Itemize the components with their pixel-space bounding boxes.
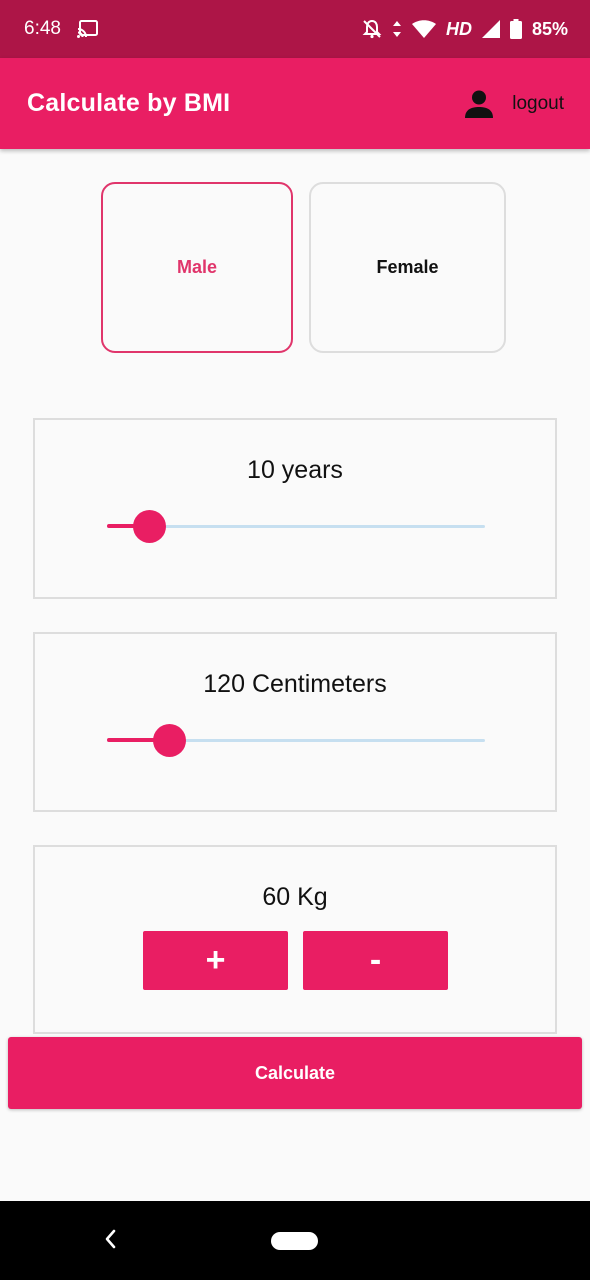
home-pill-icon[interactable] <box>271 1232 318 1250</box>
age-slider[interactable] <box>107 508 485 544</box>
gender-female-label: Female <box>376 257 439 277</box>
height-slider-thumb[interactable] <box>153 724 187 757</box>
page-title: Calculate by BMI <box>27 89 231 117</box>
gender-female-card[interactable]: Female <box>309 182 506 353</box>
age-panel: 10 years <box>33 418 557 599</box>
height-label: 120 Centimeters <box>203 670 387 698</box>
height-panel: 120 Centimeters <box>33 632 557 812</box>
weight-panel: 60 Kg + - <box>33 845 557 1034</box>
status-left: 6:48 <box>24 18 99 40</box>
weight-increment-button[interactable]: + <box>143 931 288 990</box>
person-icon <box>464 90 494 118</box>
battery-percent: 85% <box>531 18 568 39</box>
cast-icon <box>76 20 99 38</box>
status-time: 6:48 <box>24 18 61 39</box>
gender-male-card[interactable]: Male <box>101 182 293 353</box>
wifi-icon <box>411 20 436 38</box>
calculate-button[interactable]: Calculate <box>8 1037 582 1109</box>
weight-decrement-button[interactable]: - <box>303 931 448 990</box>
logout-label: logout <box>512 92 564 114</box>
app-bar: Calculate by BMI logout <box>0 58 590 149</box>
age-label: 10 years <box>247 456 343 484</box>
system-nav-bar <box>0 1201 590 1280</box>
status-bar: 6:48 HD 85% <box>0 0 590 58</box>
signal-icon <box>481 20 500 38</box>
height-slider[interactable] <box>107 722 485 758</box>
weight-label: 60 Kg <box>262 883 328 911</box>
status-right: HD 85% <box>362 19 568 40</box>
gender-male-label: Male <box>176 257 218 277</box>
logout-button[interactable]: logout <box>464 90 564 118</box>
data-arrows-icon <box>392 20 402 38</box>
age-slider-thumb[interactable] <box>132 510 166 543</box>
bell-off-icon <box>362 19 382 39</box>
back-icon[interactable] <box>103 1228 117 1250</box>
battery-icon <box>509 19 522 39</box>
network-type: HD <box>445 18 472 39</box>
